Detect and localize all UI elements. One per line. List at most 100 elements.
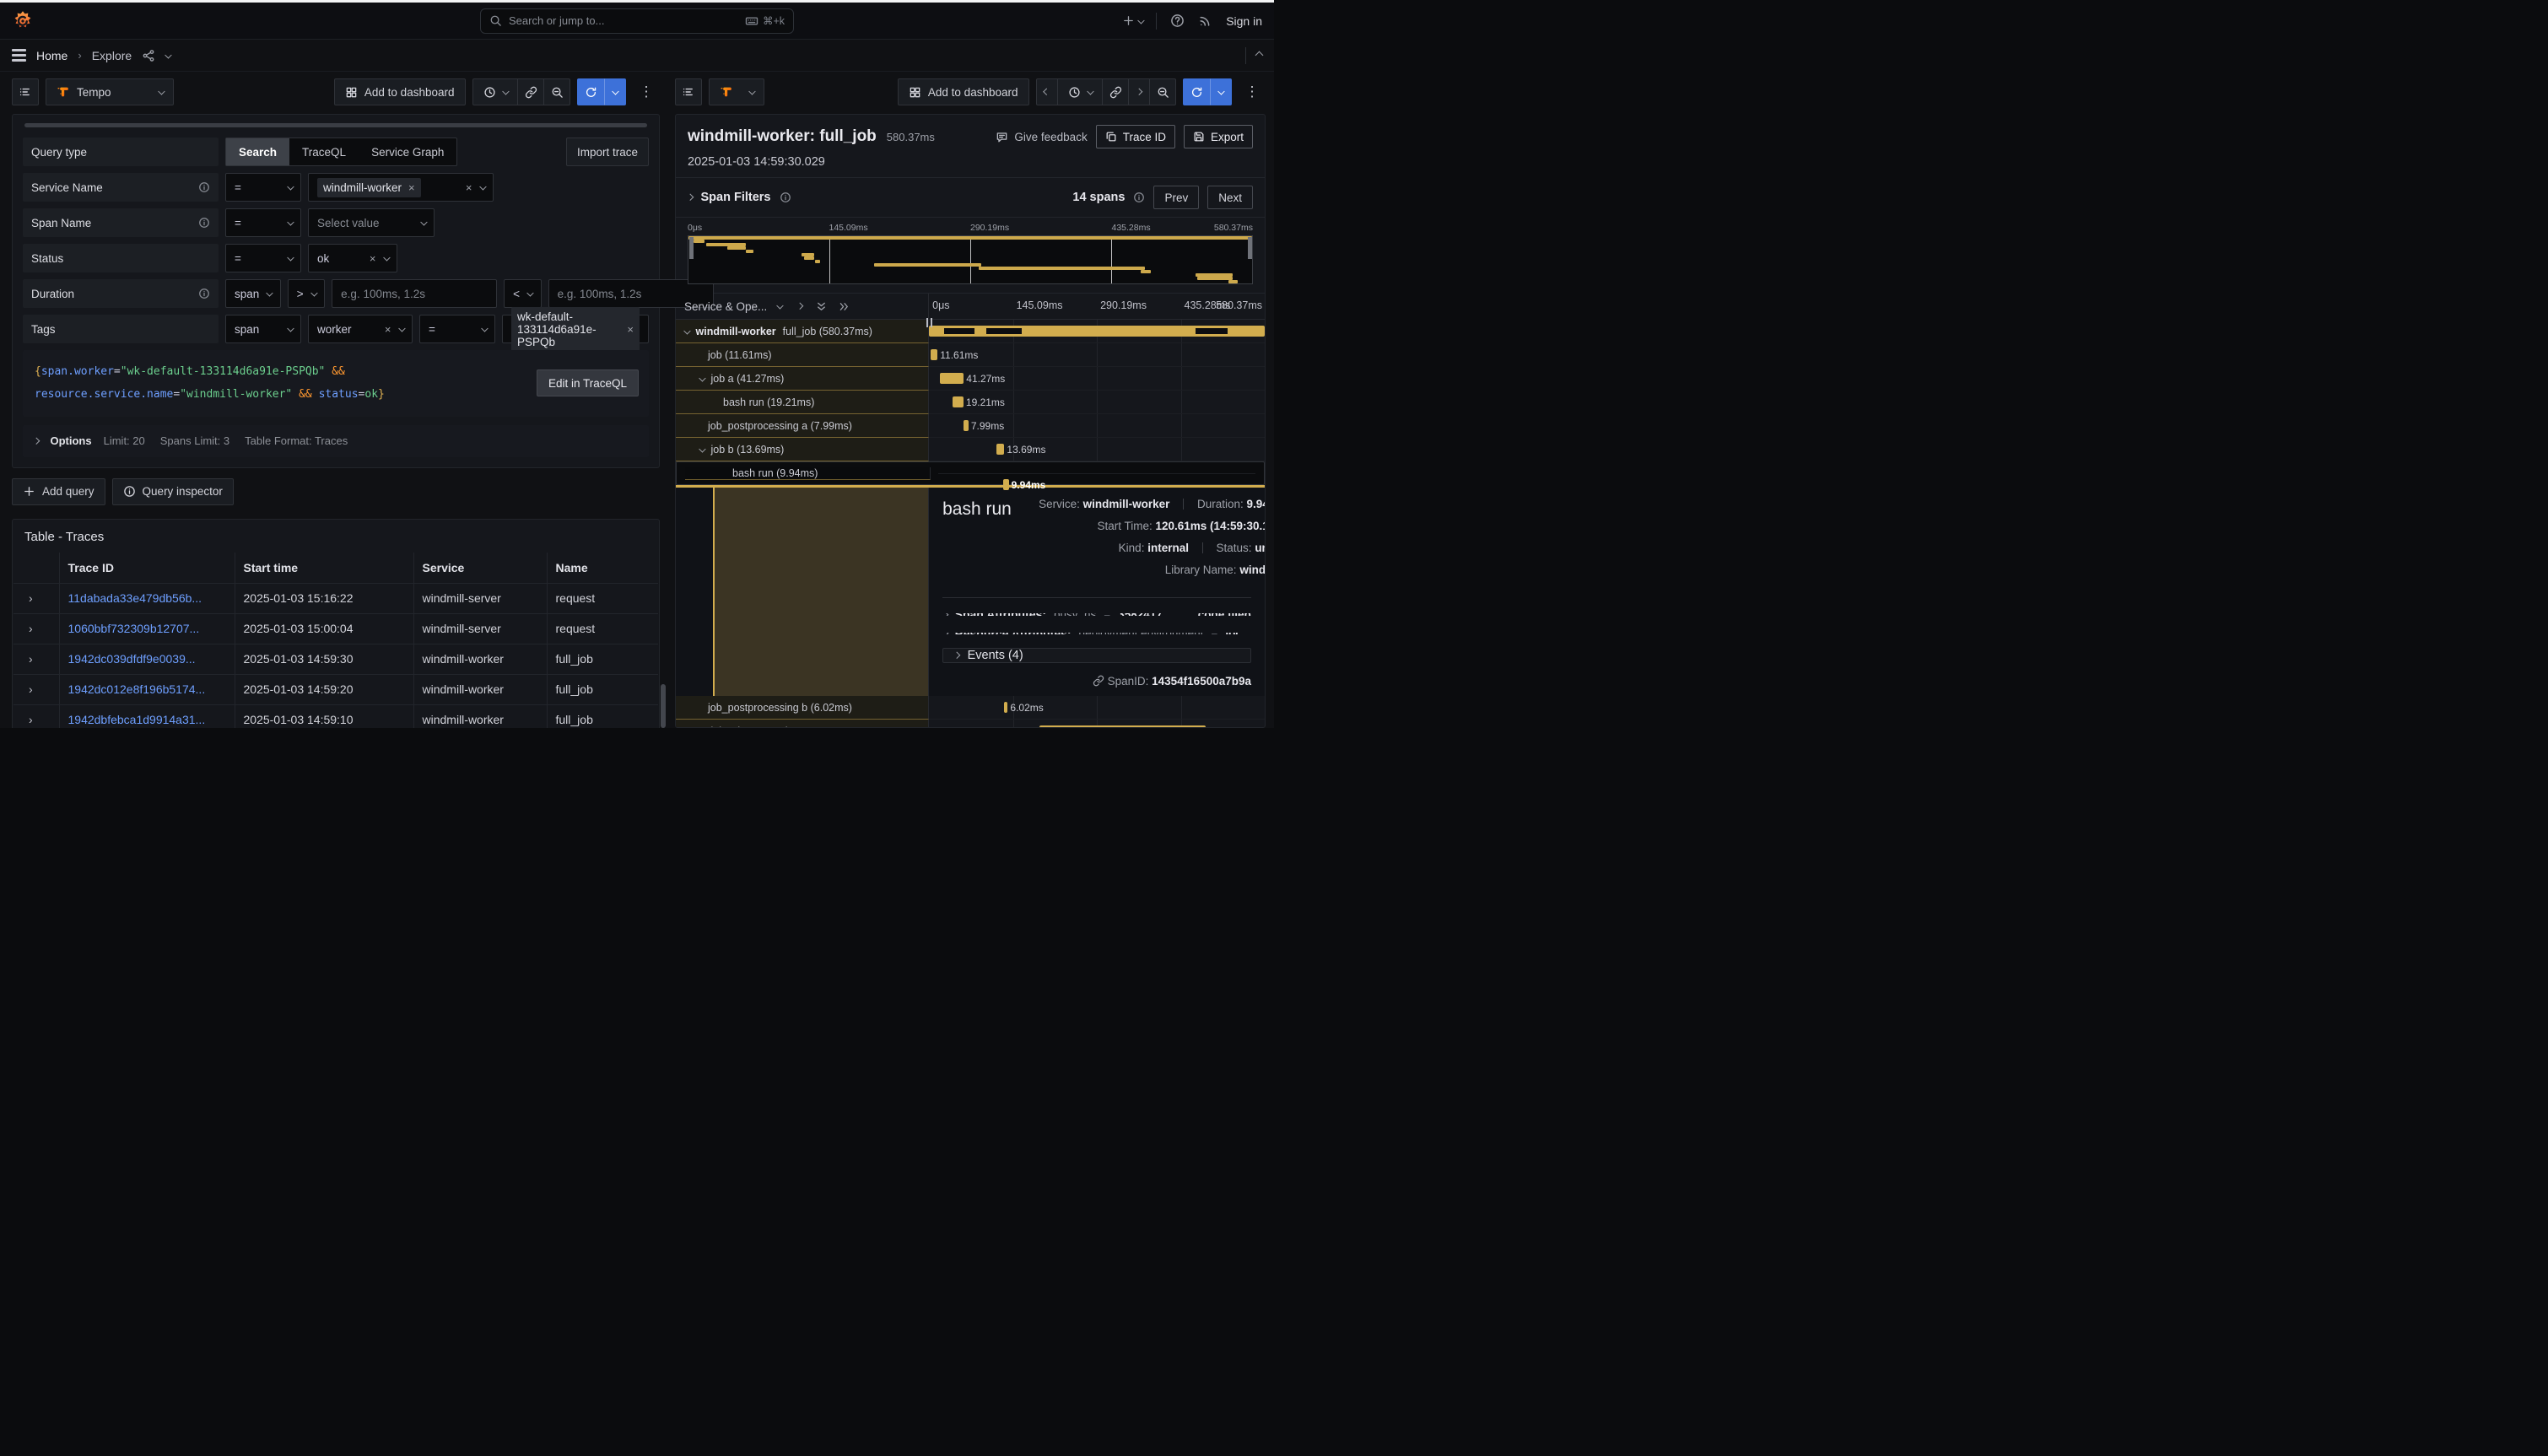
next-span-button[interactable]: Next bbox=[1207, 186, 1253, 209]
time-picker-button[interactable] bbox=[472, 78, 519, 105]
duration-gt-operator-select[interactable]: > bbox=[288, 279, 325, 308]
double-chevron-right-icon[interactable] bbox=[838, 300, 850, 313]
query-type-tab-service-graph[interactable]: Service Graph bbox=[359, 138, 456, 165]
trace-id-link[interactable]: 1942dc039dfdf9e0039... bbox=[68, 652, 196, 666]
trace-id-link[interactable]: 11dabada33e479db56b... bbox=[68, 591, 202, 605]
tags-scope-select[interactable]: span bbox=[225, 315, 301, 343]
help-button[interactable] bbox=[1170, 13, 1185, 28]
table-row[interactable]: ›1060bbf732309b12707...2025-01-03 15:00:… bbox=[13, 613, 658, 644]
clear-icon[interactable]: × bbox=[466, 182, 472, 193]
prev-span-button[interactable]: Prev bbox=[1153, 186, 1199, 209]
expand-row-chevron-icon[interactable]: › bbox=[22, 682, 33, 696]
chevron-down-icon[interactable] bbox=[165, 51, 172, 58]
time-shift-forward-button[interactable] bbox=[1128, 78, 1150, 105]
tag-key-select[interactable]: worker × bbox=[308, 315, 413, 343]
tag-value-select[interactable]: wk-default-133114d6a91e-PSPQb × bbox=[502, 315, 649, 343]
run-query-interval-button[interactable] bbox=[1210, 78, 1232, 105]
clear-icon[interactable]: × bbox=[385, 324, 391, 335]
remove-value-icon[interactable]: × bbox=[627, 324, 634, 335]
duration-lt-operator-select[interactable]: < bbox=[504, 279, 541, 308]
sign-in-link[interactable]: Sign in bbox=[1226, 14, 1262, 28]
span-row[interactable]: bash run (19.21ms)19.21ms bbox=[676, 391, 1265, 414]
copy-link-button[interactable] bbox=[517, 78, 544, 105]
expand-row-chevron-icon[interactable]: › bbox=[22, 713, 33, 726]
copy-trace-id-button[interactable]: Trace ID bbox=[1096, 125, 1175, 148]
query-editor-toggle-button[interactable] bbox=[12, 78, 39, 105]
datasource-picker[interactable] bbox=[709, 78, 764, 105]
span-row[interactable]: job c (286.87ms)286.87ms bbox=[676, 720, 1265, 727]
duration-min-input[interactable] bbox=[332, 279, 497, 308]
tag-operator-select[interactable]: = bbox=[419, 315, 495, 343]
span-row[interactable]: job a (41.27ms)41.27ms bbox=[676, 367, 1265, 391]
span-filters-label[interactable]: Span Filters bbox=[701, 191, 771, 204]
run-query-interval-button[interactable] bbox=[604, 78, 626, 105]
link-icon[interactable] bbox=[1093, 675, 1104, 687]
run-query-button[interactable] bbox=[1183, 78, 1210, 105]
trace-id-link[interactable]: 1942dc012e8f196b5174... bbox=[68, 682, 206, 696]
service-operation-column-header[interactable]: Service & Ope... bbox=[684, 300, 767, 313]
trace-minimap[interactable] bbox=[688, 235, 1253, 284]
expand-row-chevron-icon[interactable]: › bbox=[22, 652, 33, 666]
expand-row-chevron-icon[interactable]: › bbox=[22, 622, 33, 635]
span-duration-bar[interactable] bbox=[964, 420, 969, 431]
pane-actions-button[interactable]: ⋮ bbox=[1239, 78, 1266, 105]
share-icon[interactable] bbox=[142, 49, 155, 62]
span-name-operator-select[interactable]: = bbox=[225, 208, 301, 237]
remove-value-icon[interactable]: × bbox=[408, 182, 415, 193]
col-trace-id[interactable]: Trace ID bbox=[59, 553, 235, 584]
span-row[interactable]: job_postprocessing b (6.02ms)6.02ms bbox=[676, 696, 1265, 720]
column-resize-handle[interactable] bbox=[926, 318, 933, 327]
span-duration-bar[interactable] bbox=[1004, 702, 1007, 713]
span-duration-bar[interactable] bbox=[1039, 725, 1206, 727]
add-to-dashboard-button[interactable]: Add to dashboard bbox=[898, 78, 1029, 105]
span-attributes-row[interactable]: Span Attributes: busy_ns = 3582417 code.… bbox=[942, 613, 1251, 616]
span-row[interactable]: job (11.61ms)11.61ms bbox=[676, 343, 1265, 367]
zoom-out-button[interactable] bbox=[543, 78, 570, 105]
grafana-logo-icon[interactable] bbox=[12, 10, 34, 32]
query-editor-toggle-button[interactable] bbox=[675, 78, 702, 105]
span-duration-bar[interactable] bbox=[940, 373, 964, 384]
table-row[interactable]: ›1942dbfebca1d9914a31...2025-01-03 14:59… bbox=[13, 704, 658, 728]
query-type-tab-search[interactable]: Search bbox=[226, 138, 289, 165]
run-query-button[interactable] bbox=[577, 78, 604, 105]
span-duration-bar[interactable] bbox=[996, 444, 1005, 455]
table-row[interactable]: ›1942dc039dfdf9e0039...2025-01-03 14:59:… bbox=[13, 644, 658, 674]
options-row[interactable]: Options Limit: 20Spans Limit: 3Table For… bbox=[23, 425, 649, 457]
edit-in-traceql-button[interactable]: Edit in TraceQL bbox=[537, 369, 639, 396]
service-name-value-select[interactable]: windmill-worker × × bbox=[308, 173, 494, 202]
query-type-tab-traceql[interactable]: TraceQL bbox=[289, 138, 359, 165]
span-row[interactable]: bash run (9.94ms)9.94ms bbox=[676, 461, 1265, 485]
events-accordion[interactable]: Events (4) bbox=[942, 648, 1251, 663]
import-trace-button[interactable]: Import trace bbox=[566, 138, 649, 166]
span-duration-bar[interactable] bbox=[953, 396, 964, 407]
span-name-value-select[interactable]: Select value bbox=[308, 208, 435, 237]
clear-icon[interactable]: × bbox=[370, 253, 376, 264]
col-service[interactable]: Service bbox=[413, 553, 547, 584]
copy-link-button[interactable] bbox=[1102, 78, 1129, 105]
zoom-out-button[interactable] bbox=[1149, 78, 1176, 105]
collapse-chevron-icon[interactable] bbox=[699, 445, 706, 452]
chevron-down-icon[interactable] bbox=[777, 302, 784, 309]
add-to-dashboard-button[interactable]: Add to dashboard bbox=[334, 78, 466, 105]
double-chevron-down-icon[interactable] bbox=[815, 300, 828, 313]
span-duration-bar[interactable] bbox=[1003, 479, 1008, 490]
horizontal-scrollbar[interactable] bbox=[24, 123, 647, 127]
add-query-button[interactable]: Add query bbox=[12, 478, 105, 505]
breadcrumb-home[interactable]: Home bbox=[36, 49, 67, 62]
col-start-time[interactable]: Start time bbox=[235, 553, 413, 584]
chevron-right-icon[interactable] bbox=[796, 303, 803, 310]
minimap-drag-handle[interactable] bbox=[689, 237, 694, 259]
status-operator-select[interactable]: = bbox=[225, 244, 301, 272]
status-value-select[interactable]: ok × bbox=[308, 244, 397, 272]
give-feedback-button[interactable]: Give feedback bbox=[996, 131, 1087, 143]
export-button[interactable]: Export bbox=[1184, 125, 1253, 148]
col-name[interactable]: Name bbox=[547, 553, 658, 584]
minimap-drag-handle[interactable] bbox=[1248, 237, 1252, 259]
new-menu-button[interactable] bbox=[1122, 14, 1143, 27]
time-shift-back-button[interactable] bbox=[1036, 78, 1058, 105]
span-duration-bar[interactable] bbox=[931, 349, 937, 360]
collapse-chevron-icon[interactable] bbox=[699, 375, 706, 381]
time-picker-button[interactable] bbox=[1057, 78, 1104, 105]
collapse-panel-chevron-icon[interactable] bbox=[1255, 51, 1264, 60]
resource-attributes-row[interactable]: Resource Attributes: deployment.environm… bbox=[942, 633, 1251, 635]
